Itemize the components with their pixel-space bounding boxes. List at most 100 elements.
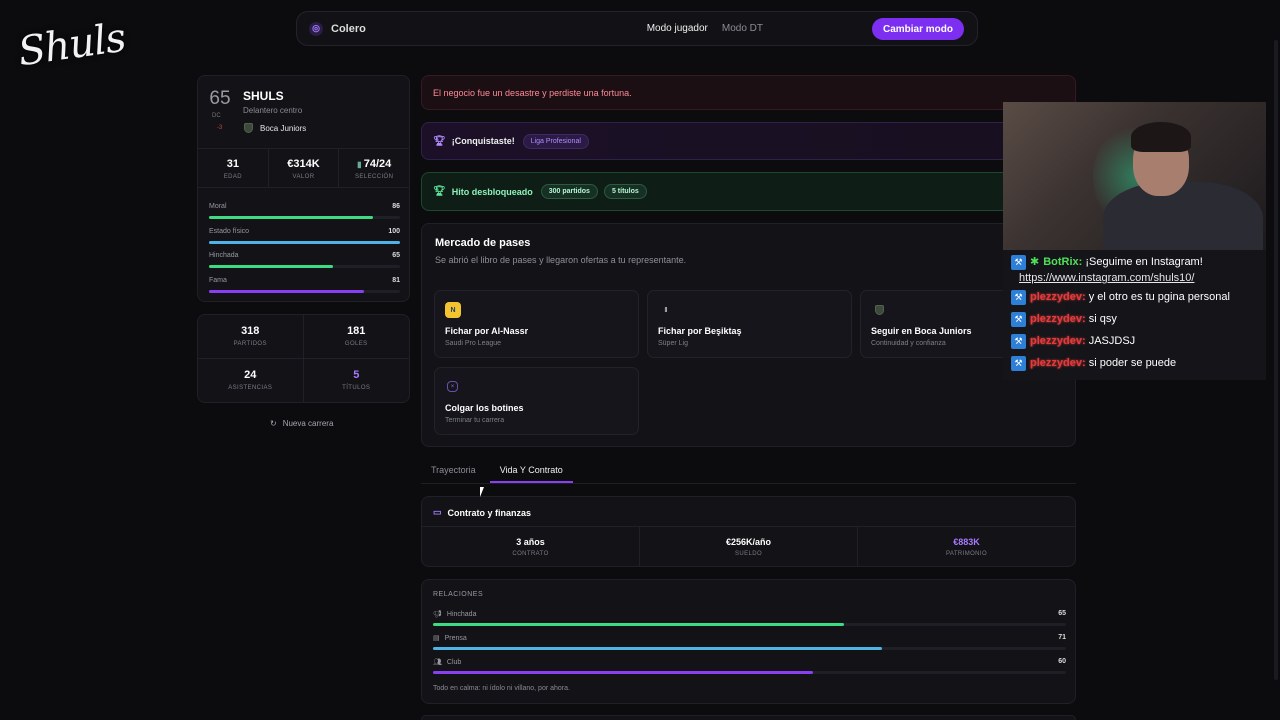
- career-stat-titles: 5 TÍTULOS: [342, 369, 371, 391]
- relation-bar: [433, 647, 883, 650]
- stat-label: SELECCIÓN: [355, 174, 394, 180]
- market-title: Mercado de pases: [435, 237, 531, 249]
- bar-label: Moral: [209, 203, 227, 210]
- restart-icon: ↻: [270, 419, 277, 428]
- option-besiktas[interactable]: Ⅱ Fichar por Beşiktaş Süper Lig: [647, 290, 852, 358]
- bar-fill: [209, 289, 364, 293]
- hammer-icon: ⚒: [1011, 334, 1026, 349]
- besiktas-crest-icon: Ⅱ: [664, 307, 668, 314]
- event-banner-title: 🏆︎ ¡Conquistaste! Liga Profesional: [421, 122, 1076, 160]
- transfer-market-card: Mercado de pases Se abrió el libro de pa…: [421, 223, 1076, 447]
- new-career-button[interactable]: ↻ Nueva carrera: [270, 419, 333, 428]
- chat-username: plezzydev:: [1030, 313, 1086, 325]
- player-club: Boca Juniors: [244, 123, 306, 133]
- mouse-cursor: [480, 487, 488, 497]
- stat-age: 31 EDAD: [198, 149, 269, 187]
- change-mode-button[interactable]: Cambiar modo: [871, 18, 964, 40]
- new-career-label: Nueva carrera: [282, 419, 334, 428]
- option-subtitle: Continuidad y confianza: [871, 340, 946, 347]
- profile-stats: 31 EDAD €314K VALOR ▮ 74/24 SELECCIÓN: [198, 148, 409, 188]
- bot-badge-icon: ✱: [1030, 256, 1040, 268]
- bar-value: 100: [388, 227, 400, 235]
- market-subtitle: Se abrió el libro de pases y llegaron of…: [435, 255, 687, 265]
- bar-value: 86: [392, 203, 400, 210]
- relation-press: ▤ Prensa 71: [433, 634, 1066, 654]
- contract-wealth: €883K PATRIMONIO: [945, 537, 988, 557]
- chat-message: ⚒ ✱ BotRix: ¡Seguime en Instagram!: [1011, 255, 1258, 270]
- chat-message: ⚒ plezzydev: si poder se puede: [1011, 356, 1258, 371]
- mode-dt-tab[interactable]: Modo DT: [722, 23, 763, 34]
- stat-label: EDAD: [223, 174, 242, 180]
- megaphone-icon: 📢︎: [433, 611, 442, 618]
- relations-title: RELACIONES: [433, 591, 484, 598]
- mode-player-tab[interactable]: Modo jugador: [647, 23, 708, 34]
- event-text: El negocio fue un desastre y perdiste un…: [433, 87, 632, 98]
- option-al-nassr[interactable]: N Fichar por Al-Nassr Saudi Pro League: [434, 290, 639, 358]
- option-title: Colgar los botines: [445, 403, 524, 413]
- boca-crest-icon: [244, 123, 253, 133]
- tab-trayectoria[interactable]: Trayectoria: [431, 460, 476, 483]
- career-stat-assists: 24 ASISTENCIAS: [198, 359, 304, 402]
- people-icon: 👥︎: [433, 659, 442, 666]
- league-pill: Liga Profesional: [522, 133, 589, 149]
- chat-username: plezzydev:: [1030, 335, 1086, 347]
- option-subtitle: Saudi Pro League: [445, 340, 502, 347]
- scrollbar[interactable]: [1274, 40, 1278, 680]
- next-card-edge: [421, 715, 1076, 720]
- career-stat-goals: 181 GOLES: [303, 315, 409, 359]
- relation-bar: [433, 623, 845, 626]
- overall-rating: 65: [209, 88, 231, 109]
- contract-title: ▭ Contrato y finanzas: [433, 507, 532, 518]
- milestone-pill: 300 partidos: [540, 184, 598, 199]
- chat-text: y el otro es tu pgina personal: [1088, 291, 1230, 303]
- tabs: Trayectoria Vida Y Contrato: [421, 460, 1076, 484]
- event-banner-loss: El negocio fue un desastre y perdiste un…: [421, 75, 1076, 110]
- event-banner-milestone: 🏆︎ Hito desbloqueado 300 partidos 5 títu…: [421, 172, 1076, 211]
- bar-label: Hinchada: [209, 252, 239, 259]
- chat-username: BotRix:: [1043, 256, 1083, 268]
- relation-bar: [433, 671, 813, 674]
- shuls-logo: Shuls: [15, 14, 128, 76]
- chat-text: si poder se puede: [1088, 357, 1177, 369]
- top-nav: ◎ Colero Modo jugador Modo DT Cambiar mo…: [296, 11, 978, 46]
- option-subtitle: Süper Lig: [658, 340, 688, 347]
- bar-value: 81: [392, 276, 400, 284]
- al-nassr-crest-icon: N: [445, 302, 461, 318]
- chat-message: ⚒ plezzydev: y el otro es tu pgina person…: [1011, 290, 1258, 305]
- bar-fill: [209, 240, 400, 244]
- bar-label: Fama: [209, 276, 227, 284]
- hammer-icon: ⚒: [1011, 312, 1026, 327]
- relation-club: 👥︎ Club 60: [433, 658, 1066, 678]
- option-retire[interactable]: × Colgar los botines Terminar tu carrera: [434, 367, 639, 435]
- newspaper-icon: ▤: [433, 635, 440, 642]
- chat-message: ⚒ plezzydev: JASJDSJ: [1011, 334, 1258, 349]
- trophy-icon: 🏆︎: [433, 135, 446, 147]
- money-icon: ▭: [433, 507, 442, 517]
- option-subtitle: Terminar tu carrera: [445, 417, 505, 424]
- bar-fill: [209, 265, 334, 268]
- stat-value: ▮ 74/24: [357, 158, 392, 170]
- stat-value: 31: [226, 158, 239, 170]
- option-title: Fichar por Beşiktaş: [658, 326, 742, 336]
- profile-bars: Moral 86 Estado físico 100 Hinchada 65 Fama 81: [209, 203, 400, 301]
- hammer-icon: ⚒: [1011, 290, 1026, 305]
- chat-text: JASJDSJ: [1088, 335, 1136, 347]
- tab-vida-contrato[interactable]: Vida Y Contrato: [489, 460, 573, 483]
- contract-card: ▭ Contrato y finanzas 3 años CONTRATO €25…: [421, 496, 1076, 567]
- chat-message: ⚒ plezzydev: si qsy: [1011, 312, 1258, 327]
- relations-card: RELACIONES 📢︎ Hinchada 65 ▤ Prensa 71 👥︎ Cl…: [421, 579, 1076, 704]
- brand-label: Colero: [331, 22, 366, 35]
- trophy-icon: 🏆︎: [433, 186, 446, 197]
- retire-icon: ×: [447, 381, 458, 392]
- contract-salary: €256K/año SUELDO: [640, 527, 858, 567]
- bar-value: 65: [392, 252, 400, 259]
- brand[interactable]: ◎ Colero: [309, 21, 366, 36]
- stat-value-market: €314K VALOR: [269, 149, 340, 187]
- chat-text: si qsy: [1088, 313, 1117, 325]
- hammer-icon: ⚒: [1011, 255, 1026, 270]
- badge-icon: ◎: [309, 21, 323, 36]
- relation-fans: 📢︎ Hinchada 65: [433, 610, 1066, 630]
- instagram-link[interactable]: https://www.instagram.com/shuls10/: [1019, 272, 1258, 284]
- chat-text: ¡Seguime en Instagram!: [1085, 256, 1203, 268]
- player-name: SHULS: [243, 89, 284, 103]
